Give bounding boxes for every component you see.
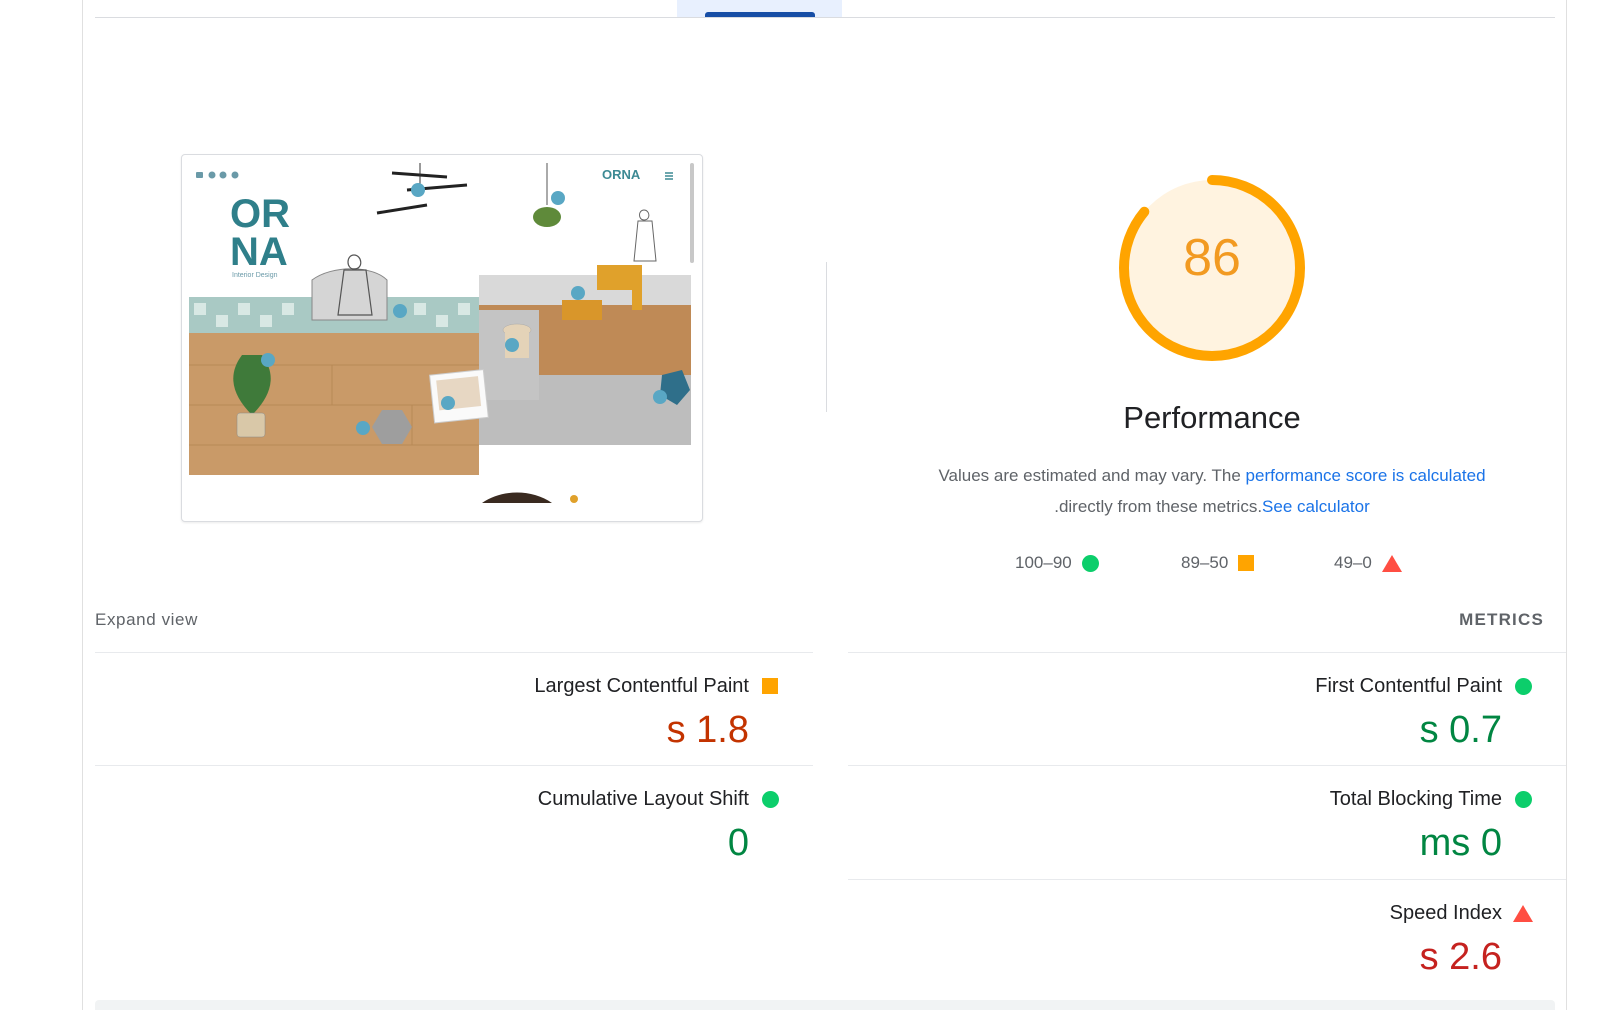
description-text-2: .directly from these metrics. bbox=[1054, 497, 1263, 516]
see-calculator-link[interactable]: See calculator bbox=[1262, 497, 1370, 516]
thumb-brand-small: ORNA bbox=[602, 167, 641, 182]
section-divider bbox=[826, 262, 827, 412]
metric-value: 0 bbox=[727, 822, 749, 864]
description-text: Values are estimated and may vary. The bbox=[938, 466, 1246, 485]
metric-cumulative-layout-shift: Cumulative Layout Shift 0 bbox=[279, 786, 779, 865]
expand-view-toggle[interactable]: Expand view bbox=[95, 610, 198, 630]
metric-name: Total Blocking Time bbox=[1329, 787, 1502, 810]
metrics-row-divider bbox=[95, 765, 813, 766]
description-line-1: Values are estimated and may vary. The p… bbox=[880, 460, 1544, 491]
legend-average: 89–50 bbox=[1181, 551, 1255, 575]
metrics-row-divider bbox=[848, 879, 1566, 880]
fail-triangle-icon bbox=[1381, 554, 1402, 572]
legend-pass-label: 100–90 bbox=[1015, 553, 1072, 572]
metric-value: s 1.8 bbox=[666, 709, 749, 751]
legend-fail: 49–0 bbox=[1334, 551, 1402, 575]
metric-total-blocking-time: Total Blocking Time ms 0 bbox=[1032, 786, 1532, 865]
top-divider bbox=[95, 17, 1555, 18]
page-screenshot-thumbnail[interactable]: ORNA OR NA Interior Design bbox=[181, 154, 703, 522]
screenshot-illustration: ORNA OR NA Interior Design bbox=[189, 163, 694, 503]
score-calculation-link[interactable]: performance score is calculated bbox=[1246, 466, 1486, 485]
metrics-row-divider bbox=[848, 652, 1566, 653]
pass-circle-icon bbox=[1081, 554, 1099, 572]
metric-name: Cumulative Layout Shift bbox=[537, 787, 749, 810]
metric-value: s 0.7 bbox=[1419, 709, 1502, 751]
average-square-icon bbox=[1238, 555, 1255, 571]
fail-triangle-icon bbox=[1513, 904, 1533, 922]
average-square-icon bbox=[762, 678, 778, 694]
metric-name: First Contentful Paint bbox=[1315, 674, 1502, 697]
legend-fail-label: 49–0 bbox=[1334, 553, 1372, 572]
metric-speed-index: Speed Index s 2.6 bbox=[1032, 900, 1533, 979]
metric-largest-contentful-paint: Largest Contentful Paint s 1.8 bbox=[279, 673, 779, 752]
metrics-row-divider bbox=[95, 652, 813, 653]
pass-circle-icon bbox=[1514, 790, 1532, 808]
metric-name: Largest Contentful Paint bbox=[534, 674, 749, 697]
thumb-logo-sub: Interior Design bbox=[232, 272, 278, 279]
description-line-2: .directly from these metrics.See calcula… bbox=[880, 491, 1544, 522]
legend-pass: 100–90 bbox=[1015, 551, 1099, 575]
panel-right-border bbox=[1566, 0, 1567, 1010]
metric-name: Speed Index bbox=[1389, 901, 1502, 924]
legend-average-label: 89–50 bbox=[1181, 553, 1229, 572]
metric-first-contentful-paint: First Contentful Paint s 0.7 bbox=[1032, 673, 1532, 752]
performance-score: 86 bbox=[1183, 229, 1241, 287]
pass-circle-icon bbox=[761, 790, 779, 808]
metric-value: ms 0 bbox=[1419, 822, 1502, 864]
metrics-row-divider bbox=[848, 765, 1566, 766]
panel-left-border bbox=[82, 0, 83, 1010]
metric-value: s 2.6 bbox=[1419, 936, 1502, 978]
thumb-logo-line2: NA bbox=[230, 230, 288, 274]
bottom-panel-edge bbox=[95, 1000, 1555, 1010]
metrics-header: METRICS bbox=[1459, 610, 1544, 629]
gauge-title: Performance bbox=[1123, 400, 1301, 435]
score-description: Values are estimated and may vary. The p… bbox=[880, 460, 1544, 522]
pass-circle-icon bbox=[1514, 677, 1532, 695]
